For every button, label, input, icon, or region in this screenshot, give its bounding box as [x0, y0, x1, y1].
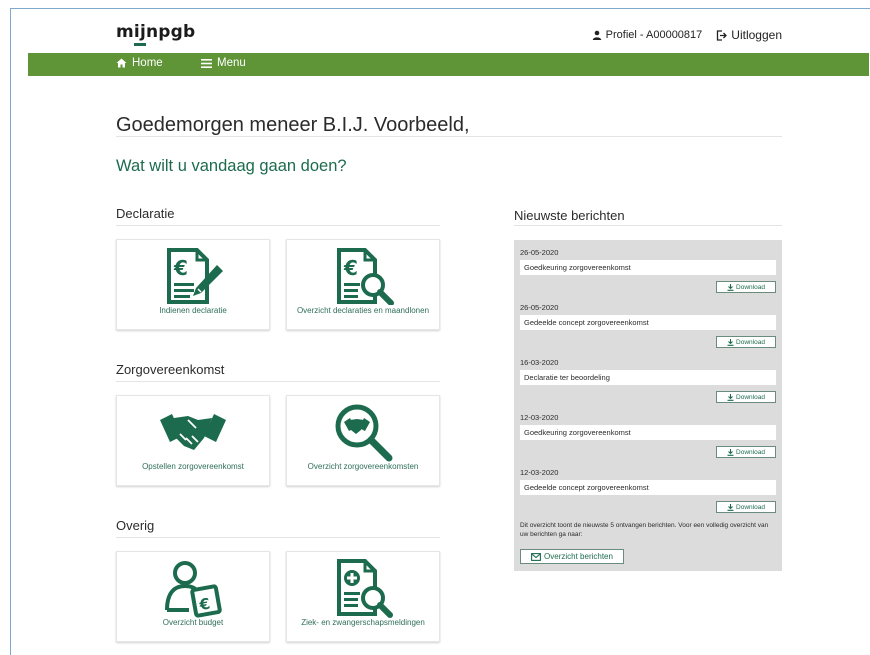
download-button[interactable]: Download [716, 446, 776, 458]
tile-overzicht-budget[interactable]: € Overzicht budget [116, 551, 270, 642]
user-links: Profiel - A00000817 Uitloggen [592, 28, 782, 42]
download-label: Download [736, 393, 765, 401]
main-navbar: Home Menu [28, 53, 869, 76]
top-bar: mijnpgb Profiel - A00000817 Uitloggen [116, 22, 782, 48]
download-label: Download [736, 283, 765, 291]
divider [514, 225, 782, 226]
section-title-declaratie: Declaratie [116, 206, 175, 221]
divider [116, 225, 440, 226]
download-icon [727, 448, 734, 456]
download-icon [727, 283, 734, 291]
handshake-magnifier-icon [331, 402, 395, 462]
news-note: Dit overzicht toont de nieuwste 5 ontvan… [520, 522, 769, 538]
news-heading: Nieuwste berichten [514, 208, 625, 223]
message-item[interactable]: Goedkeuring zorgovereenkomst [520, 260, 776, 275]
message-date: 12-03-2020 [520, 468, 559, 477]
greeting-heading: Goedemorgen meneer B.I.J. Voorbeeld, [116, 114, 470, 136]
svg-text:€: € [343, 256, 358, 280]
tile-label: Overzicht zorgovereenkomsten [307, 462, 419, 471]
profile-label: Profiel - A00000817 [605, 29, 703, 41]
logo[interactable]: mijnpgb [116, 22, 196, 46]
home-icon [116, 58, 127, 68]
tile-overzicht-declaraties[interactable]: € Overzicht declaraties en maandlonen [286, 239, 440, 330]
question-heading: Wat wilt u vandaag gaan doen? [116, 157, 347, 175]
section-title-overig: Overig [116, 518, 155, 533]
message-item[interactable]: Goedkeuring zorgovereenkomst [520, 425, 776, 440]
tile-opstellen-zorgovereenkomst[interactable]: Opstellen zorgovereenkomst [116, 395, 270, 486]
medical-document-magnifier-icon [331, 558, 395, 618]
download-icon [727, 393, 734, 401]
nav-menu-label: Menu [217, 57, 246, 69]
profile-link[interactable]: Profiel - A00000817 [592, 29, 703, 41]
divider [116, 381, 440, 382]
download-button[interactable]: Download [716, 281, 776, 293]
hamburger-icon [201, 58, 212, 68]
handshake-icon [158, 402, 228, 462]
message-date: 16-03-2020 [520, 358, 559, 367]
nav-menu[interactable]: Menu [201, 57, 246, 69]
tile-label: Ziek- en zwangerschapsmeldingen [301, 618, 425, 627]
tile-label: Overzicht declaraties en maandlonen [296, 306, 430, 315]
tile-label: Overzicht budget [162, 618, 224, 627]
tile-label: Indienen declaratie [159, 306, 227, 315]
download-button[interactable]: Download [716, 336, 776, 348]
divider [116, 136, 782, 137]
message-item[interactable]: Gedeelde concept zorgovereenkomst [520, 480, 776, 495]
nav-home-label: Home [132, 57, 163, 69]
logo-text-end: npgb [145, 22, 196, 42]
download-label: Download [736, 338, 765, 346]
logout-icon [717, 29, 728, 41]
message-date: 26-05-2020 [520, 303, 559, 312]
logo-text-ij: ij [133, 22, 146, 46]
message-item[interactable]: Gedeelde concept zorgovereenkomst [520, 315, 776, 330]
euro-document-pen-icon: € [161, 246, 225, 306]
divider [116, 537, 440, 538]
download-icon [727, 503, 734, 511]
svg-text:€: € [173, 256, 188, 280]
message-item[interactable]: Declaratie ter beoordeling [520, 370, 776, 385]
logout-label: Uitloggen [731, 28, 782, 42]
envelope-icon [531, 552, 541, 561]
download-icon [727, 338, 734, 346]
tile-label: Opstellen zorgovereenkomst [142, 462, 244, 471]
overview-messages-label: Overzicht berichten [544, 552, 613, 561]
section-title-zorgovereenkomst: Zorgovereenkomst [116, 362, 225, 377]
news-panel: 26-05-2020 Goedkeuring zorgovereenkomst … [514, 240, 782, 571]
message-date: 26-05-2020 [520, 248, 559, 257]
download-button[interactable]: Download [716, 501, 776, 513]
message-date: 12-03-2020 [520, 413, 559, 422]
overview-messages-button[interactable]: Overzicht berichten [520, 549, 624, 564]
logout-link[interactable]: Uitloggen [716, 28, 782, 42]
tile-ziek-zwangerschapsmeldingen[interactable]: Ziek- en zwangerschapsmeldingen [286, 551, 440, 642]
user-icon [592, 30, 601, 40]
tile-indienen-declaratie[interactable]: € Indienen declaratie [116, 239, 270, 330]
tile-overzicht-zorgovereenkomsten[interactable]: Overzicht zorgovereenkomsten [286, 395, 440, 486]
download-label: Download [736, 503, 765, 511]
person-euro-icon: € [161, 558, 225, 618]
nav-home[interactable]: Home [116, 57, 163, 69]
euro-document-magnifier-icon: € [331, 246, 395, 306]
download-button[interactable]: Download [716, 391, 776, 403]
logo-text-start: m [116, 22, 134, 42]
download-label: Download [736, 448, 765, 456]
